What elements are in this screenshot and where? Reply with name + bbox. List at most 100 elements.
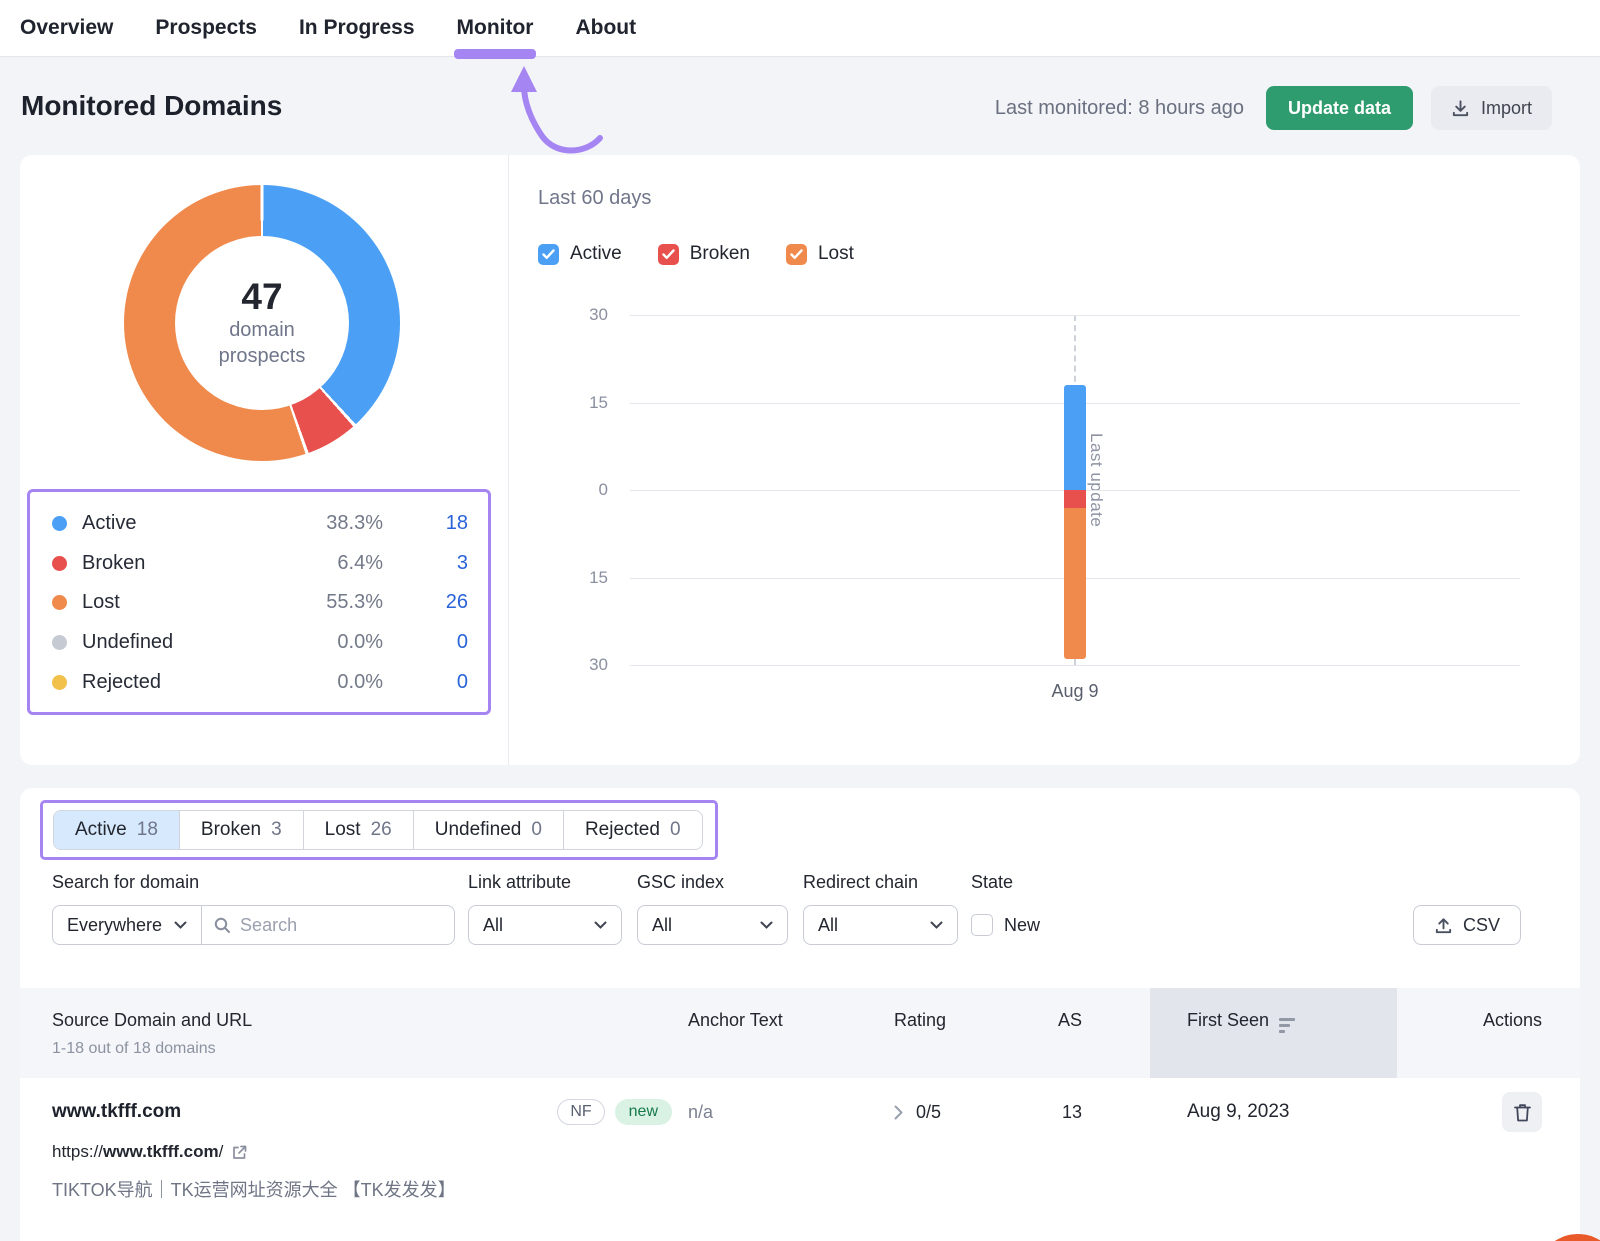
link-attribute-select[interactable]: All [468,905,622,945]
filter-checkbox-broken[interactable]: Broken [658,243,750,265]
gsc-index-label: GSC index [637,872,724,893]
state-new-checkbox[interactable]: New [971,914,1040,936]
filter-label: Lost [818,243,854,265]
filter-checkbox-lost[interactable]: Lost [786,243,854,265]
chevron-right-icon [894,1105,903,1120]
legend-row-lost: Lost55.3%26 [52,583,468,623]
checkbox-checked-icon [658,244,679,265]
donut-total: 47 [241,277,282,317]
header-actions: Last monitored: 8 hours ago Update data … [995,86,1552,130]
status-tabs-highlight: Active18Broken3Lost26Undefined0Rejected0 [40,800,718,860]
redirect-chain-select[interactable]: All [803,905,958,945]
last-update-label: Last update [1086,433,1106,527]
external-link-icon [231,1144,248,1161]
rejected-dot-icon [52,675,67,690]
tab-broken[interactable]: Broken3 [179,811,303,849]
y-axis-tick: 0 [564,480,608,500]
nav-item-monitor[interactable]: Monitor [457,0,534,56]
tab-rejected[interactable]: Rejected0 [563,811,702,849]
page-title-text: TIKTOK导航｜TK运营网址资源大全 【TK发发发】 [52,1176,456,1202]
bar-segment-broken [1064,490,1086,508]
domain-link[interactable]: www.tkfff.com [52,1101,181,1123]
nav-items: Overview Prospects In Progress Monitor About [20,0,636,56]
monitored-domains-page: Overview Prospects In Progress Monitor About… [0,0,1600,1241]
tab-lost[interactable]: Lost26 [303,811,413,849]
nav-item-in-progress[interactable]: In Progress [299,0,415,56]
legend-label: Lost [82,591,263,614]
check-icon [790,249,803,260]
nav-item-overview[interactable]: Overview [20,0,113,56]
checkbox-unchecked [971,914,993,936]
as-cell: 13 [1035,1102,1150,1123]
donut-subtitle: domain prospects [219,317,306,369]
update-data-button[interactable]: Update data [1266,86,1413,130]
legend-count[interactable]: 0 [383,631,468,654]
search-icon [214,917,231,934]
rating-cell[interactable]: 0/5 [874,1102,1035,1123]
anchor-text-cell: n/a [688,1102,874,1123]
x-axis-label: Aug 9 [1035,681,1115,702]
table-row[interactable]: www.tkfff.com NF new n/a 0/5 13 Aug 9, 2… [20,1078,1580,1241]
first-seen-cell: Aug 9, 2023 [1150,1101,1397,1123]
chevron-down-icon [760,921,773,930]
checkbox-checked-icon [538,244,559,265]
col-rating: Rating [874,988,1035,1078]
tab-undefined[interactable]: Undefined0 [413,811,563,849]
overview-card: 47 domain prospects Active38.3%18Broken6… [20,155,1580,765]
bar-segment-active [1064,385,1086,490]
legend-label: Rejected [82,671,263,694]
legend-percent: 0.0% [263,671,383,694]
last-monitored-text: Last monitored: 8 hours ago [995,97,1244,120]
timeline-filters: Active Broken Lost [538,243,854,265]
upload-icon [1434,916,1453,935]
legend-label: Active [82,512,263,535]
actions-cell [1397,1092,1580,1132]
legend-percent: 0.0% [263,631,383,654]
legend-count[interactable]: 26 [383,591,468,614]
source-url[interactable]: https://www.tkfff.com/ [52,1142,248,1162]
legend-label: Broken [82,552,263,575]
state-label: State [971,872,1013,893]
timeline-title: Last 60 days [538,187,651,210]
search-scope-select[interactable]: Everywhere [53,906,202,944]
legend-row-broken: Broken6.4%3 [52,544,468,584]
legend-percent: 55.3% [263,591,383,614]
check-icon [662,249,675,260]
lost-dot-icon [52,595,67,610]
legend-label: Undefined [82,631,263,654]
legend-count[interactable]: 0 [383,671,468,694]
status-tabs: Active18Broken3Lost26Undefined0Rejected0 [53,810,703,850]
checkbox-checked-icon [786,244,807,265]
nav-item-prospects[interactable]: Prospects [155,0,257,56]
nav-item-about[interactable]: About [575,0,636,56]
col-source: Source Domain and URL 1-18 out of 18 dom… [52,988,688,1078]
legend-count[interactable]: 18 [383,512,468,535]
filter-checkbox-active[interactable]: Active [538,243,622,265]
legend-count[interactable]: 3 [383,552,468,575]
bar-segment-lost [1064,508,1086,660]
chevron-down-icon [174,921,187,930]
table-header: Source Domain and URL 1-18 out of 18 dom… [20,988,1580,1078]
col-first-seen[interactable]: First Seen [1150,988,1397,1078]
legend-row-active: Active38.3%18 [52,504,468,544]
legend-percent: 6.4% [263,552,383,575]
link-attribute-label: Link attribute [468,872,571,893]
tab-active[interactable]: Active18 [54,811,179,849]
delete-button[interactable] [1502,1092,1542,1132]
y-axis-tick: 30 [564,655,608,675]
search-input[interactable] [240,915,430,936]
filter-label: Active [570,243,622,265]
gsc-index-select[interactable]: All [637,905,788,945]
gridline [630,665,1520,666]
search-label: Search for domain [52,872,199,893]
domain-search-group: Everywhere [52,905,455,945]
import-button[interactable]: Import [1431,86,1552,130]
legend-row-rejected: Rejected0.0%0 [52,662,468,702]
col-anchor: Anchor Text [688,988,874,1078]
export-csv-button[interactable]: CSV [1413,905,1521,945]
filter-label: Broken [690,243,750,265]
source-cell: www.tkfff.com NF new [52,1099,688,1125]
timeline-panel: Last 60 days Active Broken Lost Last updat… [508,155,1580,765]
col-actions: Actions [1397,988,1580,1078]
domains-card: Active18Broken3Lost26Undefined0Rejected0… [20,788,1580,1241]
